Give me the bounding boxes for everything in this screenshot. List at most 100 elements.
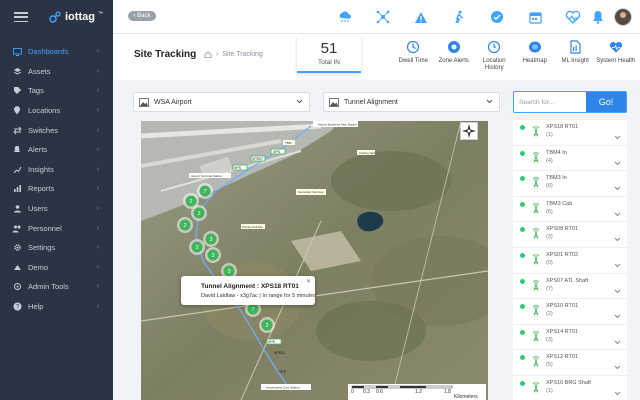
user-icon [12, 204, 22, 214]
person-walking-icon[interactable] [447, 5, 471, 29]
zone-alerts-icon [447, 40, 461, 54]
sidebar-item-help[interactable]: ? Help › [0, 297, 113, 317]
sidebar-item-locations[interactable]: Locations › [0, 101, 113, 121]
list-item[interactable]: XPS07 ATL Shaft (7) [513, 274, 627, 300]
map-cluster-marker[interactable]: 3 [203, 231, 219, 247]
cloud-icon[interactable] [333, 5, 357, 29]
sidebar-item-tags[interactable]: Tags › [0, 81, 113, 101]
chevron-down-icon[interactable] [614, 255, 621, 273]
list-item[interactable]: XPS18 RT01 (1) [513, 120, 627, 146]
list-item[interactable]: XPS14 RT01 (3) [513, 325, 627, 351]
chevron-down-icon[interactable] [614, 127, 621, 145]
chevron-down-icon[interactable] [614, 383, 621, 400]
back-button[interactable]: ‹ Back [128, 11, 156, 21]
sidebar-item-alerts[interactable]: Alerts › [0, 140, 113, 160]
heart-icon[interactable] [561, 5, 585, 29]
chevron-down-icon[interactable] [614, 357, 621, 375]
sidebar-item-dashboards[interactable]: Dashboards › [0, 42, 113, 62]
sidebar-item-assets[interactable]: Assets › [0, 62, 113, 82]
avatar[interactable] [614, 8, 632, 26]
warning-icon[interactable] [409, 5, 433, 29]
tool-label: Location History [482, 58, 506, 71]
sidebar-item-insights[interactable]: Insights › [0, 160, 113, 180]
sidebar-item-personnel[interactable]: Personnel › [0, 218, 113, 238]
site-select[interactable]: WSA Airport [133, 92, 310, 112]
top-icons [332, 0, 640, 34]
chevron-down-icon[interactable] [614, 178, 621, 196]
compass-icon[interactable] [460, 122, 478, 140]
list-item-name: XPS12 RT01 [546, 354, 579, 361]
list-item[interactable]: XPS10 RT01 (2) [513, 299, 627, 325]
logo-trademark: ™ [97, 11, 103, 17]
cluster-count: 2 [183, 223, 186, 229]
antenna-icon [531, 226, 541, 244]
tool-zone-alerts-button[interactable]: Zone Alerts [434, 40, 475, 72]
list-item[interactable]: TBM3 In (6) [513, 171, 627, 197]
chevron-down-icon [296, 99, 303, 106]
antenna-icon [531, 329, 541, 347]
scale-tick-0: 0 [351, 389, 354, 395]
map-cluster-marker[interactable]: 3 [205, 247, 221, 263]
chevron-right-icon: › [96, 244, 99, 252]
list-item-count: (2) [546, 311, 553, 318]
chevron-down-icon[interactable] [614, 306, 621, 324]
status-dot [520, 201, 525, 207]
map-cluster-marker[interactable]: 2 [191, 205, 207, 221]
sidebar-item-settings[interactable]: Settings › [0, 238, 113, 258]
notification-bell-icon[interactable] [586, 5, 610, 29]
total-in-counter[interactable]: 51 Total IN [297, 36, 361, 73]
home-icon[interactable] [204, 51, 212, 58]
list-item[interactable]: XPS01 RT02 (0) [513, 248, 627, 274]
map-cluster-marker[interactable]: 2 [259, 317, 275, 333]
tool-location-history-button[interactable]: Location History [474, 40, 515, 72]
network-icon[interactable] [371, 5, 395, 29]
chevron-down-icon[interactable] [614, 332, 621, 350]
list-item[interactable]: XPS08 RT01 (3) [513, 222, 627, 248]
list-item[interactable]: XPS16 BRG Shaft (1) [513, 376, 627, 400]
sidebar-item-users[interactable]: Users › [0, 199, 113, 219]
map-scale-bar: 0 0.3 0.6 1.2 1.8 Kilometers [348, 384, 486, 400]
check-badge-icon[interactable] [485, 5, 509, 29]
list-item[interactable]: XPS12 RT01 (5) [513, 350, 627, 376]
status-dot [520, 125, 525, 130]
cluster-count: 2 [265, 323, 268, 329]
list-item[interactable]: TBM4 In (4) [513, 146, 627, 172]
chevron-down-icon[interactable] [614, 204, 621, 222]
tool-label: Zone Alerts [438, 58, 469, 64]
calendar-icon[interactable] [523, 5, 547, 29]
chevron-down-icon[interactable] [614, 153, 621, 171]
sidebar-item-admin-tools[interactable]: Admin Tools › [0, 277, 113, 297]
tool-ml-insight-button[interactable]: ML Insight [555, 40, 596, 72]
antenna-icon [531, 124, 541, 142]
chevron-down-icon[interactable] [614, 229, 621, 247]
map-cluster-marker[interactable]: 2 [189, 239, 205, 255]
close-icon[interactable]: ✕ [306, 278, 311, 285]
tool-dwell-time-button[interactable]: Dwell Time [393, 40, 434, 72]
breadcrumb-current[interactable]: Site Tracking [222, 51, 262, 58]
list-item-count: (6) [546, 208, 553, 215]
search-go-button[interactable]: Go! [586, 92, 626, 112]
tag-location-list: XPS18 RT01 (1) TBM4 In (4) TBM3 In (6) TBM3 Ca… [513, 120, 627, 400]
site-map[interactable]: 7222323372 Airport Business Park Station… [141, 121, 488, 400]
map-popup: Tunnel Alignment : XPS18 RT01 David Laid… [181, 276, 316, 305]
tool-system-health-button[interactable]: System Health [596, 40, 637, 72]
map-canvas[interactable]: 7222323372 Airport Business Park Station… [141, 121, 488, 400]
list-item[interactable]: TBM3 Cab (6) [513, 197, 627, 223]
sidebar-item-reports[interactable]: Reports › [0, 179, 113, 199]
sidebar-item-switches[interactable]: Switches › [0, 120, 113, 140]
dwell-time-icon [406, 40, 420, 54]
hamburger-menu-icon[interactable] [14, 12, 28, 22]
map-label-top-station: Airport Business Park Station [318, 123, 357, 127]
tool-label: Dwell Time [398, 58, 428, 64]
search-bar: Go! [513, 91, 627, 113]
chevron-right-icon: › [96, 165, 99, 173]
map-cluster-marker[interactable]: 7 [197, 183, 213, 199]
sidebar-item-demo[interactable]: Demo › [0, 258, 113, 278]
chevron-down-icon[interactable] [614, 281, 621, 299]
search-input[interactable] [514, 92, 586, 112]
map-cluster-marker[interactable]: 2 [177, 217, 193, 233]
logo[interactable]: iottag ™ [48, 10, 103, 24]
tool-heatmap-button[interactable]: Heatmap [515, 40, 556, 72]
total-in-value: 51 [320, 40, 338, 57]
zone-select[interactable]: Tunnel Alignment [323, 92, 500, 112]
